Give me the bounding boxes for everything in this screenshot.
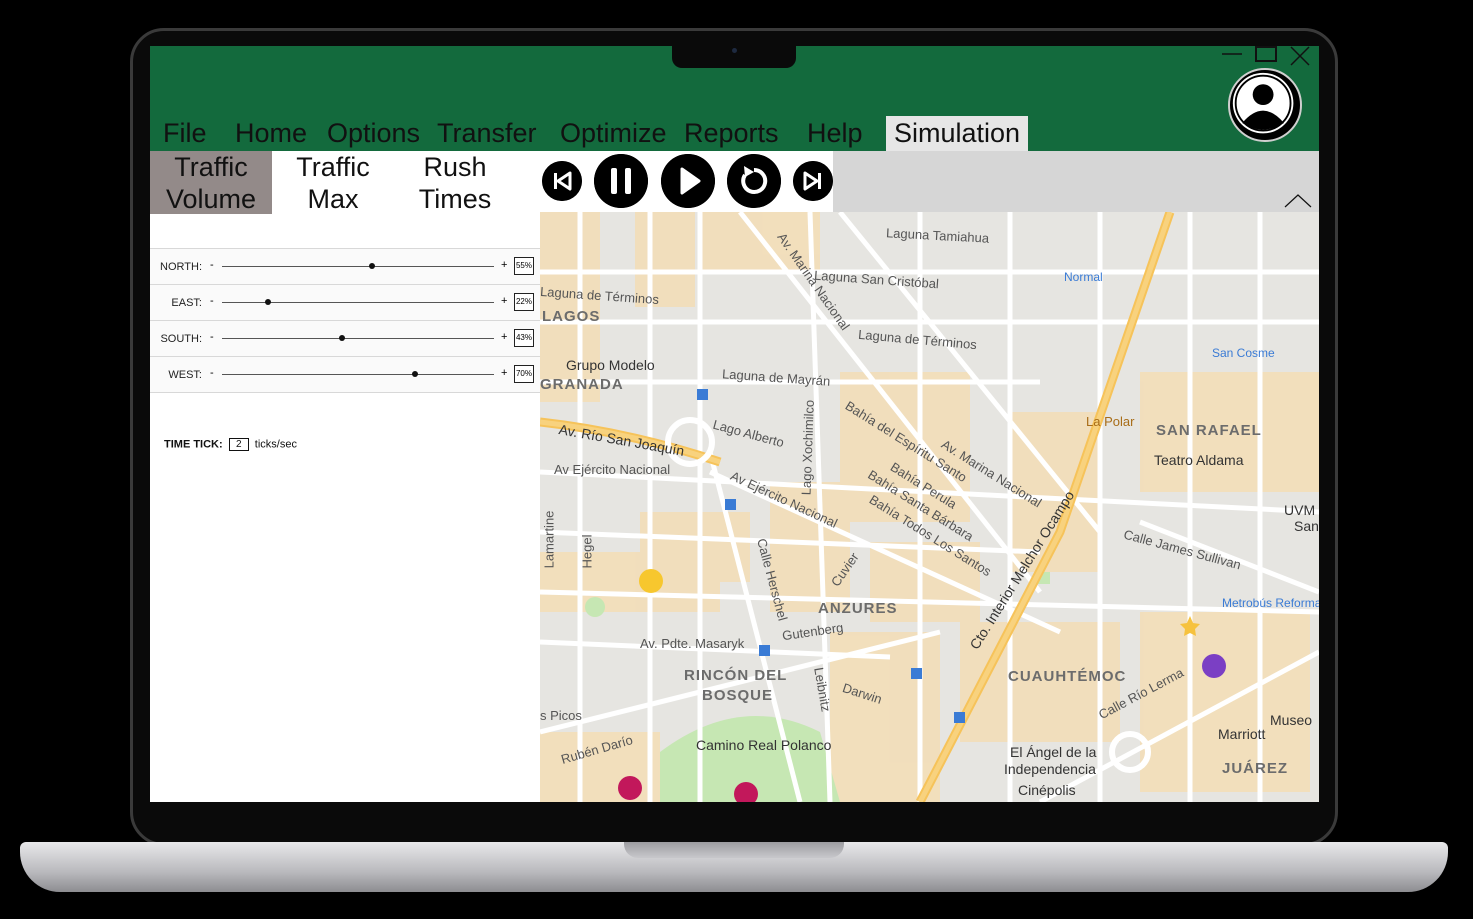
slider-row-south: SOUTH: - + 43% bbox=[150, 320, 540, 356]
north-value-box[interactable]: 55% bbox=[514, 257, 534, 275]
west-slider-thumb[interactable] bbox=[412, 371, 419, 377]
map-label: RINCÓN DEL bbox=[684, 667, 788, 684]
map-label: UVM bbox=[1284, 502, 1316, 518]
tab-traffic-max-line1: Traffic bbox=[296, 152, 370, 182]
time-tick-control: TIME TICK: 2 ticks/sec bbox=[164, 438, 297, 451]
north-increase[interactable]: + bbox=[501, 259, 507, 271]
tab-rush-times[interactable]: Rush Times bbox=[394, 151, 516, 214]
south-label: SOUTH: bbox=[160, 333, 202, 345]
map-label: Museo bbox=[1270, 712, 1313, 728]
map-label: Normal bbox=[1064, 270, 1103, 284]
menu-simulation[interactable]: Simulation bbox=[886, 116, 1029, 152]
map-label: Hegel bbox=[579, 534, 595, 569]
map-label: GRANADA bbox=[540, 376, 624, 393]
south-value-box[interactable]: 43% bbox=[514, 329, 534, 347]
menu-reports[interactable]: Reports bbox=[684, 116, 779, 150]
map-label: San bbox=[1294, 518, 1319, 534]
south-slider-thumb[interactable] bbox=[338, 335, 345, 341]
map-label: ANZURES bbox=[818, 600, 898, 617]
east-label: EAST: bbox=[171, 297, 202, 309]
west-label: WEST: bbox=[168, 369, 202, 381]
play-icon[interactable] bbox=[661, 154, 715, 208]
map-label: LAGOS bbox=[542, 308, 601, 325]
east-slider-thumb[interactable] bbox=[265, 299, 272, 305]
menu-file[interactable]: File bbox=[163, 116, 207, 150]
restart-icon[interactable] bbox=[727, 154, 781, 208]
tab-traffic-max-line2: Max bbox=[307, 184, 359, 214]
north-decrease[interactable]: - bbox=[210, 259, 214, 271]
map-label: CUAUHTÉMOC bbox=[1008, 668, 1127, 685]
time-tick-unit: ticks/sec bbox=[254, 438, 297, 451]
menu-home[interactable]: Home bbox=[235, 116, 307, 150]
tab-rush-times-line2: Times bbox=[418, 184, 492, 214]
skip-forward-icon[interactable] bbox=[793, 161, 833, 201]
west-value-box[interactable]: 70% bbox=[514, 365, 534, 383]
west-increase[interactable]: + bbox=[501, 367, 507, 379]
chevron-up-icon[interactable] bbox=[1283, 191, 1313, 211]
west-decrease[interactable]: - bbox=[210, 367, 214, 379]
map-label: SAN RAFAEL bbox=[1156, 422, 1262, 439]
user-icon bbox=[1232, 72, 1294, 134]
south-slider-track[interactable] bbox=[222, 335, 494, 341]
playback-toolbar bbox=[540, 151, 1319, 212]
maximize-icon[interactable] bbox=[1254, 46, 1278, 66]
west-slider-track[interactable] bbox=[222, 371, 494, 377]
map-label: Independencia bbox=[1004, 761, 1096, 777]
pause-icon[interactable] bbox=[594, 154, 648, 208]
slider-row-east: EAST: - + 22% bbox=[150, 284, 540, 320]
menu-help[interactable]: Help bbox=[807, 116, 863, 150]
map-label: JUÁREZ bbox=[1222, 760, 1289, 777]
map-label: Camino Real Polanco bbox=[696, 737, 832, 753]
map-label: Av. Pdte. Masaryk bbox=[640, 636, 745, 651]
app-screen: File Home Options Transfer Optimize Repo… bbox=[150, 46, 1319, 802]
time-tick-input[interactable]: 2 bbox=[228, 438, 249, 451]
south-decrease[interactable]: - bbox=[210, 331, 214, 343]
simulation-subtabs: Traffic Volume Traffic Max Rush Times bbox=[150, 151, 540, 214]
north-label: NORTH: bbox=[160, 261, 202, 273]
map-label: La Polar bbox=[1086, 414, 1135, 429]
map-label: Teatro Aldama bbox=[1154, 452, 1244, 468]
map-label: Cinépolis bbox=[1018, 782, 1076, 798]
close-icon[interactable] bbox=[1288, 46, 1312, 66]
tab-rush-times-line1: Rush bbox=[423, 152, 487, 182]
map-label: Av Ejército Nacional bbox=[554, 462, 671, 477]
direction-sliders: NORTH: - + 55% EAST: - + 22% SOUTH: - + … bbox=[150, 248, 540, 393]
minimize-icon[interactable] bbox=[1220, 46, 1244, 66]
time-tick-label: TIME TICK: bbox=[164, 438, 223, 451]
menu-options[interactable]: Options bbox=[327, 116, 420, 150]
east-slider-track[interactable] bbox=[222, 299, 494, 305]
map-label: s Picos bbox=[540, 708, 582, 723]
skip-back-icon[interactable] bbox=[542, 161, 582, 201]
map-label: BOSQUE bbox=[702, 687, 774, 704]
east-value-box[interactable]: 22% bbox=[514, 293, 534, 311]
menu-transfer[interactable]: Transfer bbox=[437, 116, 537, 150]
east-decrease[interactable]: - bbox=[210, 295, 214, 307]
user-avatar[interactable] bbox=[1228, 68, 1302, 142]
north-slider-track[interactable] bbox=[222, 263, 494, 269]
north-slider-thumb[interactable] bbox=[368, 263, 375, 269]
tab-traffic-volume-line2: Volume bbox=[165, 184, 257, 214]
camera-notch bbox=[672, 42, 796, 68]
map-view[interactable]: Laguna Tamiahua Laguna San Cristóbal Lag… bbox=[540, 212, 1319, 802]
map-label: El Ángel de la bbox=[1010, 744, 1097, 760]
tab-traffic-max[interactable]: Traffic Max bbox=[272, 151, 394, 214]
map-label: Lamartine bbox=[541, 510, 557, 569]
playback-controls bbox=[540, 151, 833, 212]
map-label: Metrobús Reforma bbox=[1222, 596, 1319, 610]
map-label: Grupo Modelo bbox=[566, 357, 655, 373]
laptop-hinge-notch bbox=[624, 842, 844, 858]
slider-row-north: NORTH: - + 55% bbox=[150, 248, 540, 284]
map-label: Marriott bbox=[1218, 726, 1266, 742]
slider-row-west: WEST: - + 70% bbox=[150, 356, 540, 393]
south-increase[interactable]: + bbox=[501, 331, 507, 343]
tab-traffic-volume-line1: Traffic bbox=[174, 152, 248, 182]
east-increase[interactable]: + bbox=[501, 295, 507, 307]
camera-icon bbox=[732, 48, 737, 53]
menu-optimize[interactable]: Optimize bbox=[560, 116, 667, 150]
tab-traffic-volume[interactable]: Traffic Volume bbox=[150, 151, 272, 214]
map-label: San Cosme bbox=[1212, 346, 1275, 360]
